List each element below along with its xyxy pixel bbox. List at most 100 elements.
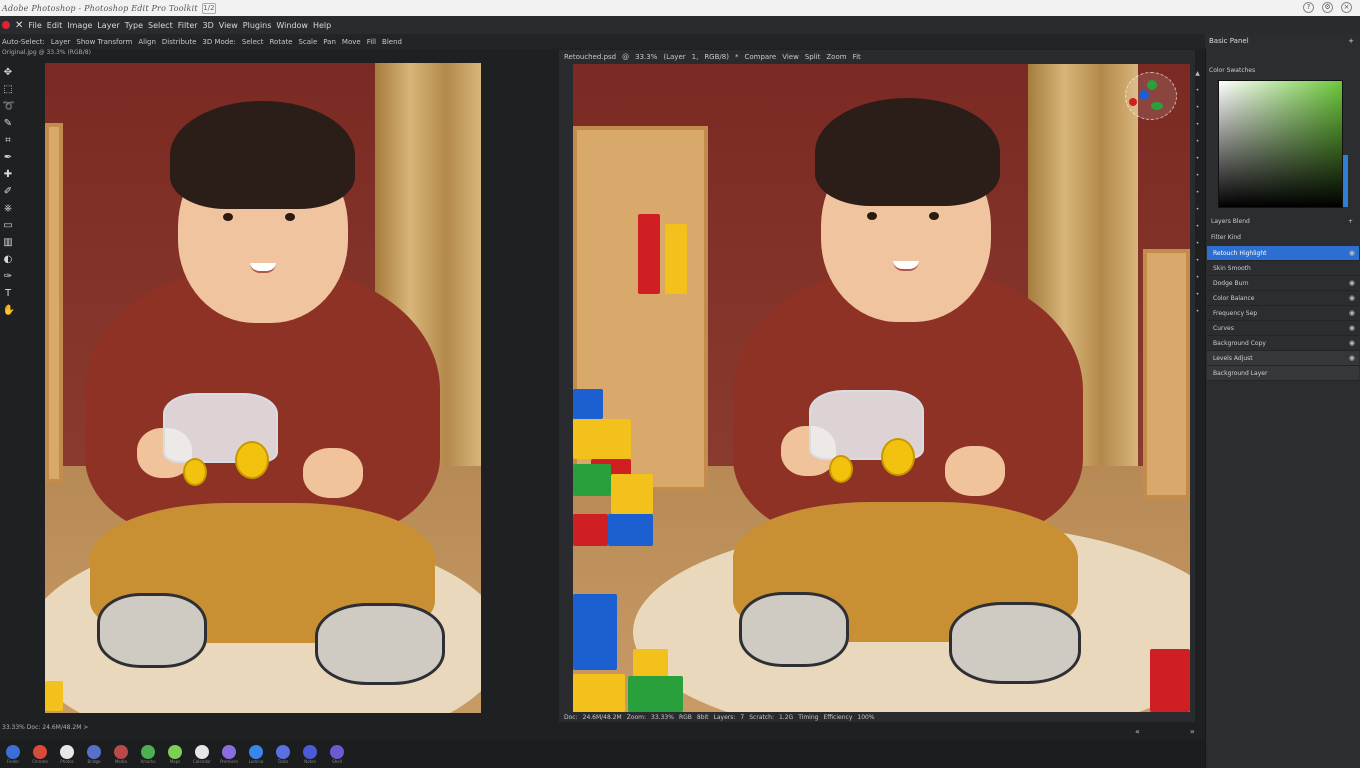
clone-stamp-icon[interactable]: ⎈ [3,202,14,215]
dot-icon[interactable]: • [1196,308,1200,315]
original-image-canvas[interactable] [45,63,481,713]
option-pan[interactable]: Pan [323,38,336,46]
dot-icon[interactable]: • [1196,172,1200,179]
visibility-eye-icon[interactable]: ◉ [1349,294,1355,302]
dot-icon[interactable]: • [1196,274,1200,281]
tab-fit[interactable]: Fit [853,53,861,61]
tab-compare[interactable]: Compare [744,53,776,61]
dock-app-shell[interactable]: Shell [326,744,348,764]
hand-tool-icon[interactable]: ✋ [3,304,15,317]
dock-app-photos[interactable]: Photos [56,744,78,764]
menu-3d[interactable]: 3D [203,21,214,30]
next-arrow-icon[interactable]: » [1190,727,1195,737]
scroll-up-icon[interactable]: ▲ [1195,70,1200,77]
close-icon[interactable]: ✕ [15,20,23,31]
menu-type[interactable]: Type [125,21,143,30]
panel-add-icon[interactable]: + [1348,34,1354,48]
option-fill[interactable]: Fill [367,38,376,46]
dot-icon[interactable]: • [1196,138,1200,145]
visibility-eye-icon[interactable]: ◉ [1349,324,1355,332]
crop-tool-icon[interactable]: ⌗ [3,134,14,147]
status-zoom-value[interactable]: 33.33% [651,714,674,721]
move-tool-icon[interactable]: ✥ [3,66,14,79]
tab-filename[interactable]: Retouched.psd [564,53,616,61]
option-blend[interactable]: Blend [382,38,402,46]
visibility-eye-icon[interactable]: ◉ [1349,354,1355,362]
option-scale[interactable]: Scale [298,38,317,46]
option-distribute[interactable]: Distribute [162,38,196,46]
settings-icon[interactable]: ⚙ [1322,2,1333,13]
dot-icon[interactable]: • [1196,87,1200,94]
menu-filter[interactable]: Filter [178,21,198,30]
left-document-tab[interactable]: Original.jpg @ 33.3% (RGB/8) [0,49,140,61]
brush-tool-icon[interactable]: ✐ [3,185,14,198]
dock-app-lumina[interactable]: Lumina [245,744,267,764]
right-document-tab[interactable]: Retouched.psd @ 33.3% (Layer 1, RGB/8) *… [561,51,1193,63]
visibility-eye-icon[interactable]: ◉ [1349,339,1355,347]
layer-row[interactable]: Background Copy ◉ [1207,336,1359,351]
color-picker-field[interactable] [1218,80,1343,208]
layer-row[interactable]: Background Layer [1207,366,1359,381]
dot-icon[interactable]: • [1196,189,1200,196]
menu-window[interactable]: Window [276,21,308,30]
lasso-tool-icon[interactable]: ➰ [3,100,15,113]
healing-brush-icon[interactable]: ✚ [3,168,14,181]
dock-app-chrome[interactable]: Chrome [29,744,51,764]
option-layer[interactable]: Layer [51,38,71,46]
option-auto-select[interactable]: Auto-Select: [2,38,45,46]
dock-app-finder[interactable]: Finder [2,744,24,764]
layer-row[interactable]: Frequency Sep ◉ [1207,306,1359,321]
menu-view[interactable]: View [219,21,238,30]
tab-zoom-btn[interactable]: Zoom [826,53,846,61]
dock-app-premiere[interactable]: Premiere [218,744,240,764]
menu-layer[interactable]: Layer [97,21,119,30]
dock-app-bridge[interactable]: Bridge [83,744,105,764]
dot-icon[interactable]: • [1196,291,1200,298]
eraser-icon[interactable]: ▭ [3,219,14,232]
layer-row[interactable]: Levels Adjust ◉ [1207,351,1359,366]
dot-icon[interactable]: • [1196,155,1200,162]
option-select[interactable]: Select [242,38,264,46]
dock-app-xmarks[interactable]: Xmarks [137,744,159,764]
dock-app-media[interactable]: Media [110,744,132,764]
dot-icon[interactable]: • [1196,223,1200,230]
dodge-icon[interactable]: ◐ [3,253,14,266]
menu-file[interactable]: File [28,21,41,30]
option-rotate[interactable]: Rotate [270,38,293,46]
eyedropper-icon[interactable]: ✒ [3,151,14,164]
option-show-transform[interactable]: Show Transform [76,38,132,46]
layer-row[interactable]: Skin Smooth [1207,261,1359,276]
visibility-eye-icon[interactable]: ◉ [1349,249,1355,257]
layer-row[interactable]: Retouch Highlight ◉ [1207,246,1359,261]
dot-icon[interactable]: • [1196,206,1200,213]
menu-help[interactable]: Help [313,21,331,30]
tab-view[interactable]: View [782,53,799,61]
retouched-image-canvas[interactable] [573,64,1190,712]
tab-split[interactable]: Split [805,53,821,61]
option-align[interactable]: Align [138,38,156,46]
marquee-tool-icon[interactable]: ⬚ [3,83,14,96]
title-bar-button[interactable]: 1/2 [201,2,216,14]
menu-image[interactable]: Image [67,21,92,30]
dock-app-notes[interactable]: Notes [299,744,321,764]
layer-row[interactable]: Curves ◉ [1207,321,1359,336]
option-move[interactable]: Move [342,38,361,46]
layer-row[interactable]: Dodge Burn ◉ [1207,276,1359,291]
add-layer-icon[interactable]: + [1348,218,1353,225]
dot-icon[interactable]: • [1196,257,1200,264]
dot-icon[interactable]: • [1196,104,1200,111]
dot-icon[interactable]: • [1196,121,1200,128]
quick-select-icon[interactable]: ✎ [3,117,14,130]
menu-plugins[interactable]: Plugins [243,21,272,30]
layers-filter[interactable]: Filter Kind [1207,234,1359,245]
menu-edit[interactable]: Edit [47,21,63,30]
layers-title[interactable]: Layers Blend [1211,218,1250,225]
pen-tool-icon[interactable]: ✑ [3,270,14,283]
menu-select[interactable]: Select [148,21,173,30]
dock-app-tasks[interactable]: Tasks [272,744,294,764]
dot-icon[interactable]: • [1196,240,1200,247]
dock-app-calendar[interactable]: Calendar [191,744,213,764]
layer-row[interactable]: Color Balance ◉ [1207,291,1359,306]
type-tool-icon[interactable]: T [3,287,14,300]
gradient-icon[interactable]: ▥ [3,236,14,249]
